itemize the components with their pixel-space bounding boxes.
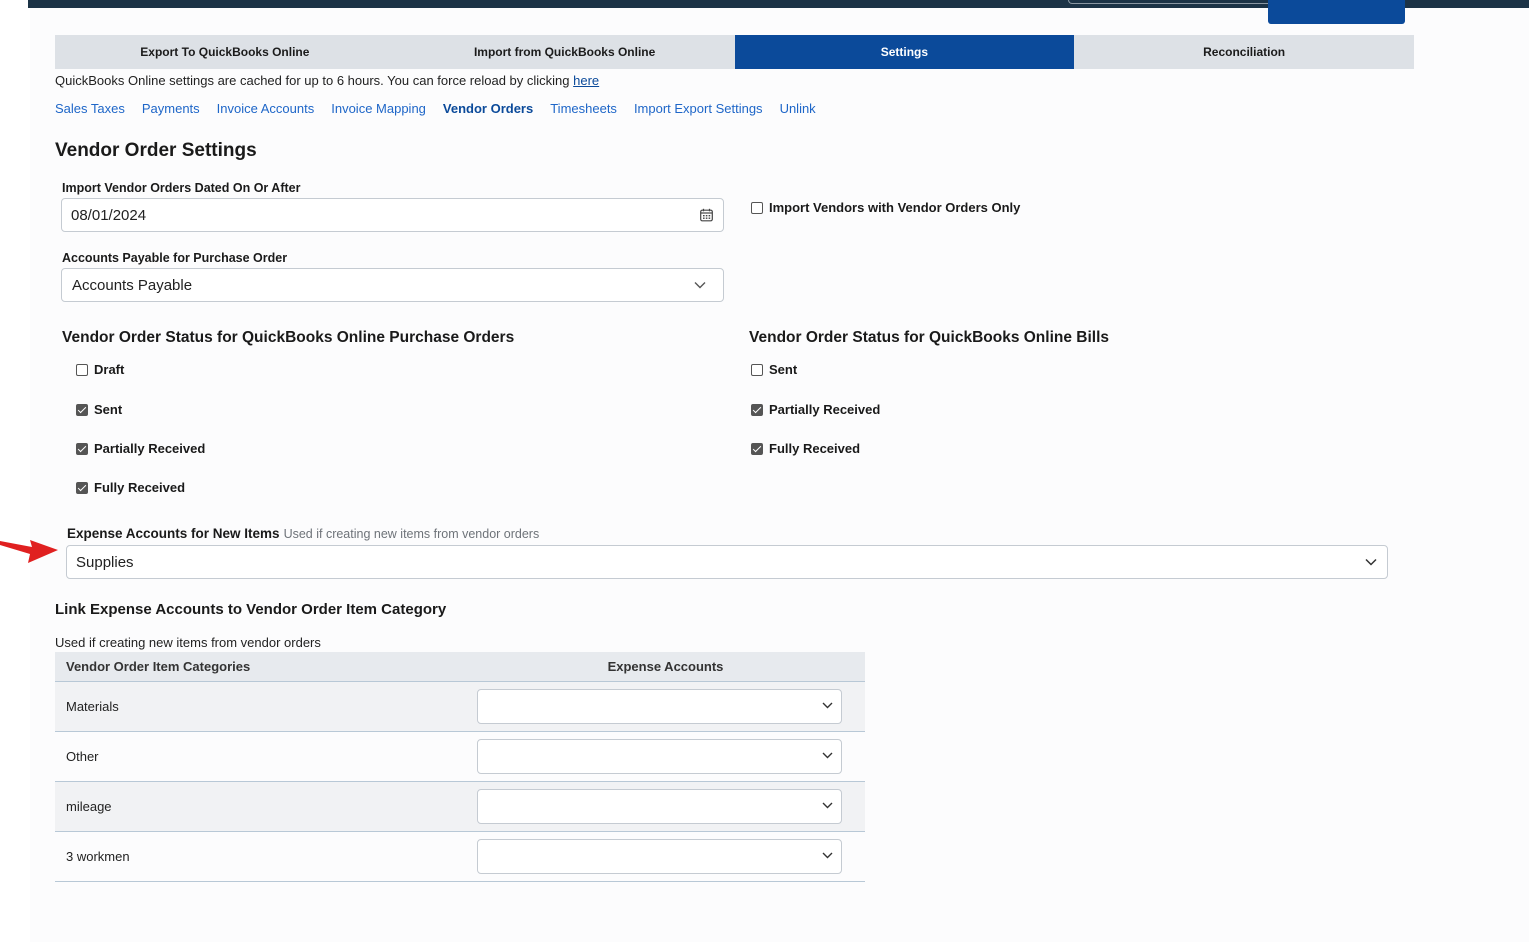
import-date-input[interactable]: 08/01/2024 (61, 198, 724, 232)
bill-fully-box[interactable] (751, 442, 763, 455)
top-search-pill[interactable] (1068, 0, 1286, 4)
category-cell: mileage (55, 781, 466, 832)
vendors-only-checkbox[interactable]: Import Vendors with Vendor Orders Only (751, 200, 1020, 215)
chevron-down-icon (822, 702, 833, 709)
account-cell (466, 681, 865, 732)
column-header-expense-accounts: Expense Accounts (466, 652, 865, 682)
top-action-button[interactable] (1268, 0, 1405, 24)
subnav-timesheets[interactable]: Timesheets (550, 101, 617, 116)
po-fully-label: Fully Received (94, 480, 186, 495)
page-title: Vendor Order Settings (55, 140, 257, 161)
po-sent-label: Sent (94, 402, 123, 417)
subnav-vendor-orders[interactable]: Vendor Orders (443, 101, 533, 116)
bill-status-partially-received[interactable]: Partially Received (751, 402, 880, 417)
chevron-down-icon (822, 802, 833, 809)
subnav-sales-taxes[interactable]: Sales Taxes (55, 101, 125, 116)
bill-status-fully-received[interactable]: Fully Received (751, 441, 860, 456)
expense-accounts-hint: Used if creating new items from vendor o… (283, 527, 540, 541)
po-draft-box[interactable] (76, 363, 88, 376)
table-row: 3 workmen (55, 831, 865, 882)
tab-export[interactable]: Export To QuickBooks Online (55, 35, 395, 69)
bill-status-sent[interactable]: Sent (751, 362, 797, 377)
bill-fully-label: Fully Received (769, 441, 861, 456)
subnav-invoice-mapping[interactable]: Invoice Mapping (331, 101, 426, 116)
bill-partial-box[interactable] (751, 403, 763, 416)
expense-accounts-label: Expense Accounts for New Items Used if cr… (67, 526, 539, 541)
chevron-down-icon (694, 282, 706, 289)
subnav-invoice-accounts[interactable]: Invoice Accounts (217, 101, 315, 116)
chevron-down-icon (1365, 558, 1377, 566)
po-partial-box[interactable] (76, 442, 88, 455)
column-header-categories: Vendor Order Item Categories (55, 652, 466, 682)
tab-import[interactable]: Import from QuickBooks Online (394, 35, 735, 69)
expense-account-select[interactable] (477, 789, 842, 824)
category-table: Vendor Order Item Categories Expense Acc… (55, 652, 865, 882)
account-cell (466, 731, 865, 782)
po-partial-label: Partially Received (94, 441, 206, 456)
subnav-payments[interactable]: Payments (142, 101, 200, 116)
account-cell (466, 781, 865, 832)
table-row: Materials (55, 681, 865, 732)
po-status-fully-received[interactable]: Fully Received (76, 480, 185, 495)
import-date-label: Import Vendor Orders Dated On Or After (62, 181, 301, 195)
expense-accounts-select[interactable]: Supplies (66, 545, 1388, 579)
account-cell (466, 831, 865, 882)
red-arrow-icon (0, 540, 58, 563)
bill-status-heading: Vendor Order Status for QuickBooks Onlin… (749, 329, 1110, 346)
cache-note-text: QuickBooks Online settings are cached fo… (55, 73, 574, 88)
tab-settings[interactable]: Settings (734, 35, 1075, 69)
chevron-down-icon (822, 852, 833, 859)
category-cell: Materials (55, 681, 466, 732)
expense-account-select[interactable] (477, 689, 842, 724)
cache-note: QuickBooks Online settings are cached fo… (55, 73, 599, 88)
import-date-value: 08/01/2024 (71, 206, 147, 224)
po-status-partially-received[interactable]: Partially Received (76, 441, 205, 456)
link-section-heading: Link Expense Accounts to Vendor Order It… (55, 601, 447, 618)
main-tabs: Export To QuickBooks Online Import from … (55, 35, 1414, 69)
po-status-draft[interactable]: Draft (76, 362, 124, 377)
bill-partial-label: Partially Received (769, 402, 881, 417)
table-header: Vendor Order Item Categories Expense Acc… (55, 652, 865, 682)
link-section-subtext: Used if creating new items from vendor o… (55, 635, 321, 650)
table-row: Other (55, 731, 865, 782)
po-draft-label: Draft (94, 362, 125, 377)
chevron-down-icon (822, 752, 833, 759)
accounts-payable-select[interactable]: Accounts Payable (61, 268, 724, 302)
subnav-unlink[interactable]: Unlink (780, 101, 816, 116)
expense-accounts-value: Supplies (76, 553, 134, 571)
expense-account-select[interactable] (477, 839, 842, 874)
po-status-heading: Vendor Order Status for QuickBooks Onlin… (62, 329, 515, 346)
left-gutter (0, 0, 30, 942)
table-row: mileage (55, 781, 865, 832)
expense-accounts-title: Expense Accounts for New Items (67, 526, 280, 541)
po-sent-box[interactable] (76, 403, 88, 416)
subnav-import-export-settings[interactable]: Import Export Settings (634, 101, 763, 116)
bill-sent-label: Sent (769, 362, 798, 377)
reload-link[interactable]: here (573, 73, 599, 88)
expense-account-select[interactable] (477, 739, 842, 774)
category-cell: 3 workmen (55, 831, 466, 882)
po-fully-box[interactable] (76, 481, 88, 494)
vendors-only-box[interactable] (751, 201, 763, 214)
category-cell: Other (55, 731, 466, 782)
calendar-icon[interactable] (700, 208, 713, 222)
accounts-payable-value: Accounts Payable (72, 276, 193, 294)
accounts-payable-label: Accounts Payable for Purchase Order (62, 251, 288, 265)
vendors-only-label: Import Vendors with Vendor Orders Only (769, 200, 1021, 215)
tab-reconciliation[interactable]: Reconciliation (1074, 35, 1414, 69)
settings-subnav: Sales Taxes Payments Invoice Accounts In… (55, 101, 816, 116)
po-status-sent[interactable]: Sent (76, 402, 122, 417)
bill-sent-box[interactable] (751, 363, 763, 376)
